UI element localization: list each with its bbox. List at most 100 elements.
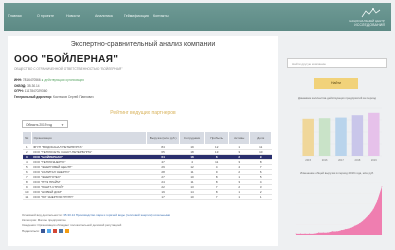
nav-item-news[interactable]: Новости (66, 14, 95, 19)
nav-item-contacts[interactable]: Контакты (153, 14, 182, 19)
info-okved-value: 35.30.14 (27, 83, 40, 88)
logo-text: НАЦИОНАЛЬНЫЙ ЦЕНТР ИССЛЕДОВАНИЙ (349, 20, 385, 27)
column-header[interactable]: Прибыль (204, 131, 230, 145)
x-tick-label: 2015 (305, 158, 311, 162)
data-point (304, 233, 306, 235)
logo-mark-icon (361, 8, 381, 18)
nav-item-gamification[interactable]: Геймификация (124, 14, 153, 19)
data-point (349, 227, 351, 229)
twitter-icon[interactable] (47, 229, 52, 233)
bar (318, 118, 331, 156)
google-plus-icon[interactable] (53, 229, 58, 233)
data-point (354, 225, 356, 227)
info-director-label: Генеральный директор: (14, 94, 53, 99)
company-name: ООО "БОЙЛЕРНАЯ" (14, 54, 119, 65)
bar (335, 117, 347, 156)
table-cell: 11 (22, 194, 32, 200)
table-row[interactable]: 11 ООО "ЮГ ЭНЕРГИЯ ГРУПП" 17 10 7 1 1 (22, 194, 272, 200)
data-point (345, 228, 347, 230)
bar (368, 112, 380, 156)
info-inn-label: ИНН: (14, 78, 22, 82)
rating-table: № Организация Выручка (млн руб.) Сотрудн… (22, 131, 272, 200)
data-point (372, 209, 374, 210)
companies-bar-chart: 2015 2016 2017 2018 2019 (300, 107, 382, 162)
info-inn: ИНН: 7816470566 ● действующая организаци… (14, 78, 84, 82)
share-bar: Поделиться: (22, 229, 70, 233)
table-cell: 17 (146, 194, 180, 200)
info-director-value: Костюков Сергей Павлович (52, 94, 94, 99)
table-cell: 10 (179, 194, 205, 200)
share-label: Поделиться: (22, 229, 40, 233)
info-okved-label: ОКВЭД: (14, 83, 27, 88)
data-point (363, 219, 365, 221)
column-header[interactable]: Активы (228, 131, 251, 145)
footnote-label: Основной вид деятельности: (22, 213, 63, 217)
site-logo[interactable]: НАЦИОНАЛЬНЫЙ ЦЕНТР ИССЛЕДОВАНИЙ (325, 7, 385, 27)
find-button[interactable]: Найти (314, 78, 358, 89)
table-cell: 7 (204, 194, 229, 200)
table-body: 1 ФГУП "ВОДОКАНАЛ ПЕТЕРБУРГА" 84 19 12 1 11 2 ОО… (22, 144, 272, 200)
info-okved: ОКВЭД: 35.30.14 (14, 84, 40, 88)
logo-line-2: ИССЛЕДОВАНИЙ (354, 23, 385, 27)
facebook-icon[interactable] (41, 229, 46, 233)
data-point (377, 199, 378, 201)
info-ogrn-label: ОГРН: (14, 89, 24, 93)
company-search-input[interactable]: Найти другую компанию (287, 58, 387, 68)
data-point (309, 233, 310, 235)
nav-item-analytics[interactable]: Аналитика (95, 14, 124, 19)
column-header[interactable]: Сотрудники (178, 131, 206, 145)
footnote-activity: Основной вид деятельности: 35.30.14 Прои… (22, 213, 272, 217)
footnote-label: Сведения: (22, 223, 37, 227)
data-point (331, 231, 333, 232)
data-point (322, 232, 324, 234)
footnote-label: Категория: (22, 218, 37, 222)
chart2-title: Изменение общей выручки в период 2019 го… (300, 171, 374, 175)
footnote-value: Малое предприятие (37, 218, 66, 222)
revenue-area-chart (295, 182, 383, 236)
column-header[interactable]: Выручка (млн руб.) (146, 131, 180, 145)
data-point (340, 230, 342, 231)
status-text: действующая организация (44, 78, 84, 82)
footnote-value[interactable]: 35.30.14 Производство пара и горячей вод… (63, 213, 170, 217)
company-full-name: ОБЩЕСТВО С ОГРАНИЧЕННОЙ ОТВЕТСТВЕННОСТЬЮ… (14, 67, 123, 71)
x-tick-label: 2016 (322, 158, 328, 162)
footnote-value: Организация обладает положительной делов… (37, 223, 122, 227)
column-header[interactable]: № (22, 131, 32, 145)
chart1-title: Динамика количества действующих предприя… (298, 96, 376, 100)
bar (351, 115, 364, 156)
nav-menu: Главная О проекте Новости Аналитика Гейм… (8, 14, 182, 19)
bar (302, 118, 314, 156)
data-point (300, 233, 301, 235)
page-heading: Экспертно-сравнительный анализ компании (70, 41, 216, 48)
column-header[interactable]: Организация (30, 131, 148, 145)
data-point (336, 231, 338, 232)
table-header-row: № Организация Выручка (млн руб.) Сотрудн… (22, 131, 272, 145)
info-inn-value: 7816470566 (22, 78, 41, 82)
data-point (313, 233, 315, 235)
rating-title: Рейтинг ведущих партнеров (110, 110, 176, 116)
top-navigation: Главная О проекте Новости Аналитика Гейм… (4, 3, 391, 31)
data-point (381, 186, 383, 187)
footnote-info: Сведения: Организация обладает положител… (22, 223, 272, 227)
chevron-down-icon: ▼ (61, 123, 64, 127)
table-cell: ООО "ЮГ ЭНЕРГИЯ ГРУПП" (31, 194, 147, 200)
footnote-category: Категория: Малое предприятие (22, 218, 272, 222)
data-point (318, 232, 319, 234)
year-select[interactable]: Область 2019 год ▼ (22, 120, 68, 128)
data-point (359, 223, 360, 224)
table-cell: 1 (249, 194, 272, 200)
x-tick-label: 2017 (338, 158, 344, 162)
x-tick-label: 2018 (355, 158, 361, 162)
vk-icon[interactable] (59, 229, 64, 233)
nav-item-home[interactable]: Главная (8, 14, 37, 19)
info-director: Генеральный директор: Костюков Сергей Па… (14, 95, 94, 99)
ok-icon[interactable] (65, 229, 70, 233)
nav-item-about[interactable]: О проекте (37, 14, 66, 19)
data-point (327, 232, 329, 234)
info-ogrn-value: 1117847029360 (24, 89, 48, 93)
year-select-value: Область 2019 год (26, 122, 53, 127)
column-header[interactable]: Доля (249, 131, 272, 145)
x-tick-label: 2019 (371, 158, 377, 162)
data-point (295, 233, 297, 235)
table-cell: 1 (228, 194, 250, 200)
